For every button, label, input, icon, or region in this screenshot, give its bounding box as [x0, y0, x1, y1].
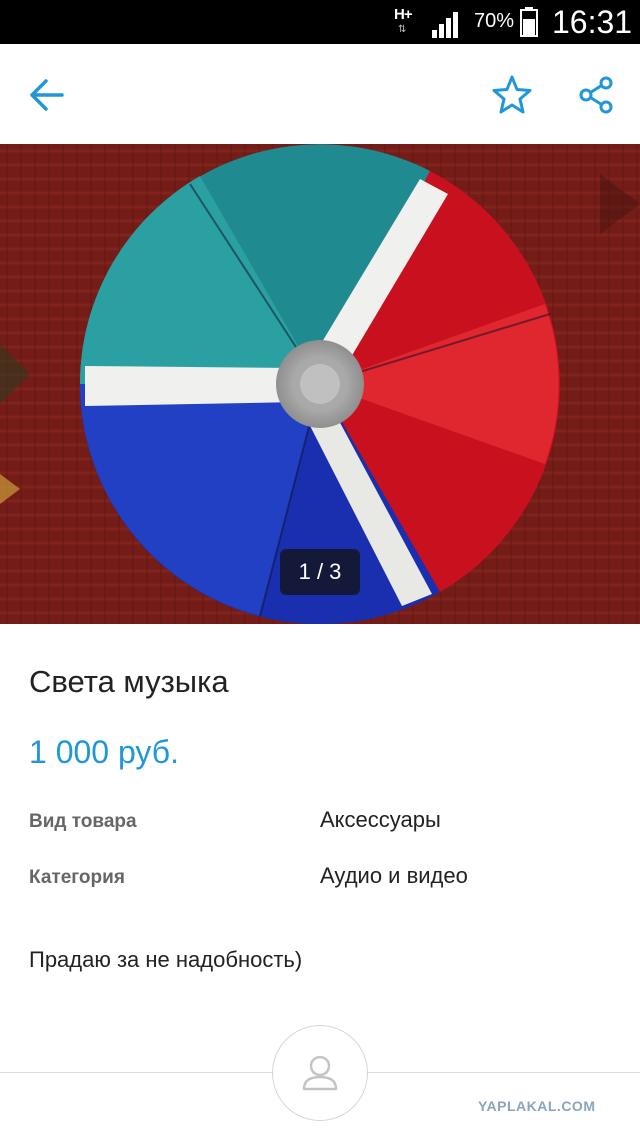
attribute-value-category: Аудио и видео: [320, 863, 468, 888]
data-activity-icon: ⇅: [398, 24, 407, 35]
star-outline-icon: [492, 75, 532, 114]
status-bar: H+ ⇅ 70% 16:31: [0, 0, 640, 44]
seller-avatar[interactable]: [272, 1025, 368, 1121]
share-icon: [579, 76, 613, 114]
watermark: YAPLAKAL.COM: [478, 1098, 596, 1114]
listing-price: 1 000 руб.: [29, 734, 179, 770]
signal-icon: [432, 12, 458, 38]
network-type: H+: [394, 6, 413, 23]
app-bar: [0, 44, 640, 144]
listing-title: Света музыка: [29, 664, 229, 699]
arrow-left-icon: [30, 79, 64, 111]
attribute-value-type: Аксессуары: [320, 807, 441, 832]
attribute-label-type: Вид товара: [29, 811, 137, 832]
photo-gallery[interactable]: 1 / 3: [0, 144, 640, 624]
listing-description: Прадаю за не надобность): [29, 947, 303, 972]
photo-counter: 1 / 3: [280, 549, 360, 595]
attribute-label-category: Категория: [29, 867, 125, 888]
share-button[interactable]: [572, 71, 620, 119]
favorite-button[interactable]: [488, 71, 536, 119]
clock: 16:31: [552, 4, 633, 40]
back-button[interactable]: [22, 71, 70, 119]
battery-icon: [520, 7, 538, 37]
network-indicator: H+ ⇅: [394, 6, 420, 38]
user-icon: [302, 1055, 338, 1091]
battery-percent: 70%: [474, 10, 515, 32]
